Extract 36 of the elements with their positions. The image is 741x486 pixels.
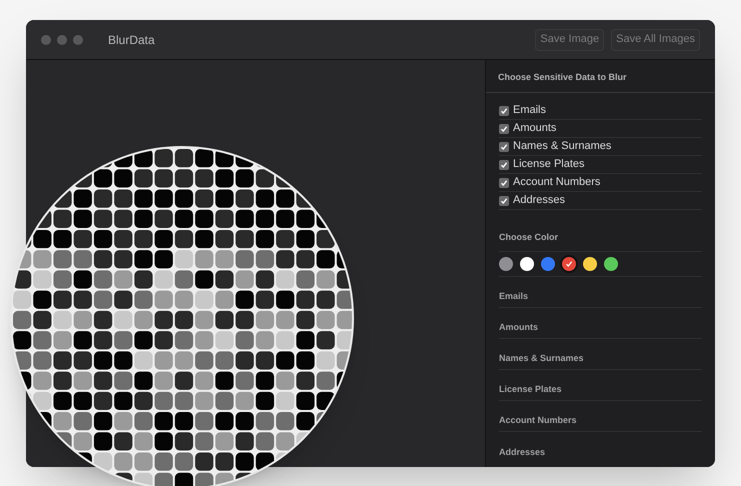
window-title: BlurData	[108, 32, 155, 48]
checkmark-icon	[500, 106, 508, 114]
section-title: Choose Sensitive Data to Blur	[498, 72, 627, 82]
checkmark-icon	[500, 142, 508, 150]
checkbox-label: Amounts	[513, 121, 556, 136]
color-swatch[interactable]	[583, 257, 597, 271]
section-title: Choose Color	[499, 232, 558, 242]
color-swatch[interactable]	[604, 257, 618, 271]
checkbox-label: Names & Surnames	[513, 139, 612, 154]
field-label: Addresses	[499, 446, 546, 458]
checkbox-label: Account Numbers	[513, 175, 600, 190]
toolbar-button[interactable]: Save Image	[535, 28, 604, 50]
checkbox-label: License Plates	[513, 157, 585, 172]
checkbox[interactable]	[499, 106, 509, 116]
field-label: License Plates	[499, 382, 562, 396]
checkmark-icon	[565, 260, 573, 268]
toolbar-button[interactable]: Save All Images	[611, 28, 700, 50]
checkmark-icon	[500, 160, 508, 168]
checkmark-icon	[500, 178, 508, 186]
checkbox-label: Emails	[513, 103, 546, 118]
color-swatch[interactable]	[562, 257, 576, 271]
checkbox-label: Addresses	[513, 193, 565, 208]
checkbox[interactable]	[499, 196, 509, 206]
field-label: Names & Surnames	[499, 352, 584, 364]
color-swatch[interactable]	[499, 257, 513, 271]
checkbox[interactable]	[499, 124, 509, 134]
field-label: Emails	[499, 290, 528, 302]
field-label: Amounts	[499, 320, 538, 334]
checkmark-icon	[500, 124, 508, 132]
field-label: Account Numbers	[499, 414, 577, 426]
color-swatch[interactable]	[520, 257, 534, 271]
checkmark-icon	[500, 196, 508, 204]
checkbox[interactable]	[499, 178, 509, 188]
checkbox[interactable]	[499, 160, 509, 170]
color-swatch[interactable]	[541, 257, 555, 271]
checkbox[interactable]	[499, 142, 509, 152]
